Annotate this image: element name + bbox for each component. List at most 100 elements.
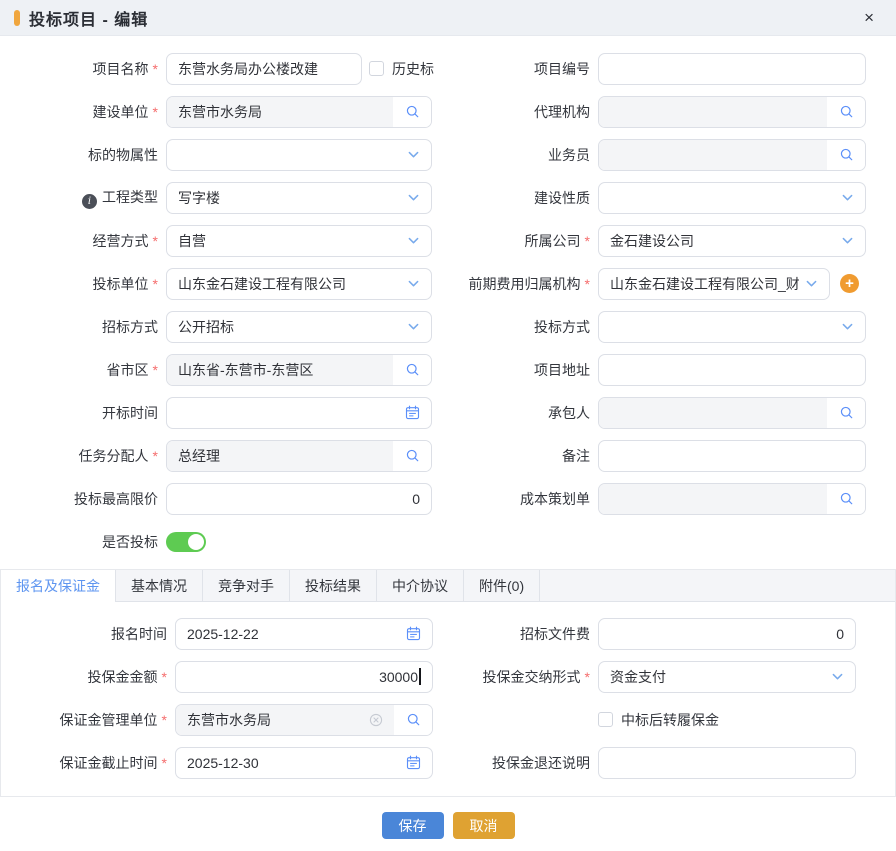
field-label: 承包人 (448, 403, 598, 423)
field-label: 建设性质 (448, 188, 598, 208)
form-row: 项目名称* 东营水务局办公楼改建 历史标 项目编号 (0, 47, 896, 90)
close-icon[interactable]: × (864, 9, 874, 26)
form-row: 省市区* 山东省-东营市-东营区 项目地址 (0, 348, 896, 391)
form-row: 标的物属性 业务员 (0, 133, 896, 176)
expense-org-select[interactable]: 山东金石建设工程有限公司_财务 (598, 268, 830, 300)
project-type-select[interactable]: 写字楼 (166, 182, 432, 214)
history-bid-checkbox[interactable] (369, 61, 384, 76)
calendar-icon[interactable] (405, 405, 420, 420)
search-icon[interactable] (393, 97, 431, 127)
search-icon[interactable] (393, 355, 431, 385)
tab-panel-registration-deposit: 报名时间 2025-12-22 招标文件费 0 投保金金额* 30000 (1, 602, 895, 796)
accent-bar-icon (14, 10, 20, 26)
form-row: i工程类型 写字楼 建设性质 (0, 176, 896, 219)
chevron-down-icon (407, 234, 420, 247)
field-label: 是否投标 (0, 532, 166, 552)
chevron-down-icon (407, 277, 420, 290)
transfer-to-performance-bond-label: 中标后转履保金 (621, 710, 719, 730)
form-row: 是否投标 (0, 520, 896, 563)
form-row: 报名时间 2025-12-22 招标文件费 0 (1, 612, 895, 655)
bid-method-select[interactable] (598, 311, 866, 343)
field-label: 任务分配人* (0, 446, 166, 466)
deposit-mgmt-unit-input[interactable]: 东营市水务局 (175, 704, 433, 736)
bid-open-time-input[interactable] (166, 397, 432, 429)
deposit-deadline-input[interactable]: 2025-12-30 (175, 747, 433, 779)
field-label: i工程类型 (0, 187, 166, 209)
clear-icon[interactable] (369, 713, 383, 727)
project-name-input[interactable]: 东营水务局办公楼改建 (166, 53, 362, 85)
field-label: 投保金交纳形式* (448, 667, 598, 687)
operation-mode-select[interactable]: 自营 (166, 225, 432, 257)
tab-basic-info[interactable]: 基本情况 (116, 570, 203, 601)
field-label: 项目名称* (0, 59, 166, 79)
project-code-input[interactable] (598, 53, 866, 85)
task-assignee-input[interactable]: 总经理 (166, 440, 432, 472)
field-label: 保证金管理单位* (1, 710, 175, 730)
chevron-down-icon (805, 277, 818, 290)
field-label: 投标单位* (0, 274, 166, 294)
field-label: 投标方式 (448, 317, 598, 337)
form-row: 开标时间 承包人 (0, 391, 896, 434)
tender-doc-fee-input[interactable]: 0 (598, 618, 856, 650)
chevron-down-icon (841, 191, 854, 204)
tab-bid-result[interactable]: 投标结果 (290, 570, 377, 601)
tab-registration-deposit[interactable]: 报名及保证金 (1, 570, 116, 602)
form-row: 建设单位* 东营市水务局 代理机构 (0, 90, 896, 133)
tab-attachments[interactable]: 附件(0) (464, 570, 540, 601)
tender-method-select[interactable]: 公开招标 (166, 311, 432, 343)
chevron-down-icon (407, 148, 420, 161)
field-label: 前期费用归属机构* (448, 274, 598, 294)
field-label: 代理机构 (448, 102, 598, 122)
field-label: 开标时间 (0, 403, 166, 423)
tab-agency-agreement[interactable]: 中介协议 (377, 570, 464, 601)
construction-nature-select[interactable] (598, 182, 866, 214)
main-form: 项目名称* 东营水务局办公楼改建 历史标 项目编号 建设单位* 东营市水务局 代… (0, 36, 896, 563)
dialog-title: 投标项目 - 编辑 (29, 6, 148, 30)
deposit-amount-input[interactable]: 30000 (175, 661, 433, 693)
search-icon[interactable] (827, 484, 865, 514)
field-label: 建设单位* (0, 102, 166, 122)
field-label: 成本策划单 (448, 489, 598, 509)
form-row: 保证金截止时间* 2025-12-30 投保金退还说明 (1, 741, 895, 784)
bidding-unit-select[interactable]: 山东金石建设工程有限公司 (166, 268, 432, 300)
field-label: 标的物属性 (0, 145, 166, 165)
cost-plan-input[interactable] (598, 483, 866, 515)
chevron-down-icon (407, 320, 420, 333)
calendar-icon[interactable] (406, 626, 421, 641)
subject-attribute-select[interactable] (166, 139, 432, 171)
salesman-input[interactable] (598, 139, 866, 171)
company-select[interactable]: 金石建设公司 (598, 225, 866, 257)
agency-input[interactable] (598, 96, 866, 128)
tab-bar: 报名及保证金 基本情况 竞争对手 投标结果 中介协议 附件(0) (1, 570, 895, 602)
construction-unit-input[interactable]: 东营市水务局 (166, 96, 432, 128)
text-cursor (419, 668, 421, 685)
search-icon[interactable] (827, 97, 865, 127)
form-row: 任务分配人* 总经理 备注 (0, 434, 896, 477)
add-expense-org-button[interactable]: + (840, 274, 859, 293)
field-label: 项目地址 (448, 360, 598, 380)
save-button[interactable]: 保存 (382, 812, 444, 839)
registration-time-input[interactable]: 2025-12-22 (175, 618, 433, 650)
is-bidding-toggle[interactable] (166, 532, 206, 552)
transfer-to-performance-bond-checkbox[interactable] (598, 712, 613, 727)
history-bid-label: 历史标 (392, 59, 434, 79)
project-address-input[interactable] (598, 354, 866, 386)
info-icon: i (82, 194, 97, 209)
search-icon[interactable] (393, 441, 431, 471)
deposit-refund-note-input[interactable] (598, 747, 856, 779)
search-icon[interactable] (827, 140, 865, 170)
dialog-footer: 保存 取消 (0, 812, 896, 839)
calendar-icon[interactable] (406, 755, 421, 770)
region-input[interactable]: 山东省-东营市-东营区 (166, 354, 432, 386)
field-label: 经营方式* (0, 231, 166, 251)
search-icon[interactable] (827, 398, 865, 428)
max-bid-price-input[interactable]: 0 (166, 483, 432, 515)
field-label: 项目编号 (448, 59, 598, 79)
remark-input[interactable] (598, 440, 866, 472)
chevron-down-icon (407, 191, 420, 204)
contractor-input[interactable] (598, 397, 866, 429)
tab-competitors[interactable]: 竞争对手 (203, 570, 290, 601)
search-icon[interactable] (394, 705, 432, 735)
deposit-payment-form-select[interactable]: 资金支付 (598, 661, 856, 693)
cancel-button[interactable]: 取消 (453, 812, 515, 839)
